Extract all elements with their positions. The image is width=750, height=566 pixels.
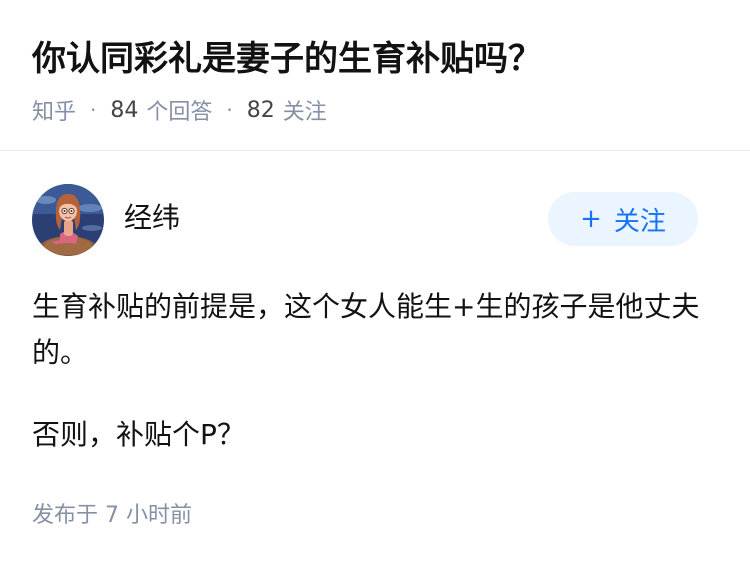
answers-count: 84 (110, 97, 139, 123)
followers-count: 82 (246, 97, 275, 123)
question-header: 你认同彩礼是妻子的生育补贴吗？ 知乎 · 84 个回答 · 82 关注 (0, 0, 750, 151)
plus-icon: + (580, 204, 602, 234)
followers-label: 关注 (282, 100, 327, 125)
meta-separator: · (90, 98, 97, 122)
meta-separator: · (226, 98, 233, 122)
question-title[interactable]: 你认同彩礼是妻子的生育补贴吗？ (32, 36, 542, 82)
answer-publish-time: 发布于 7 小时前 (32, 503, 192, 528)
follow-button[interactable]: + 关注 (548, 192, 698, 246)
author-name[interactable]: 经纬 (124, 198, 180, 238)
author-avatar[interactable] (32, 184, 104, 256)
follow-button-label: 关注 (613, 206, 666, 237)
answer-content[interactable]: 生育补贴的前提是，这个女人能生+生的孩子是他丈夫的。 否则，补贴个P？ (32, 284, 722, 458)
question-meta: 知乎 · 84 个回答 · 82 关注 (32, 94, 327, 126)
avatar-illustration-icon (32, 184, 104, 256)
answer-paragraph: 生育补贴的前提是，这个女人能生+生的孩子是他丈夫的。 (32, 290, 700, 369)
answer-paragraph: 否则，补贴个P？ (32, 418, 245, 451)
answers-label[interactable]: 个回答 (146, 94, 212, 126)
source-label[interactable]: 知乎 (32, 94, 76, 126)
